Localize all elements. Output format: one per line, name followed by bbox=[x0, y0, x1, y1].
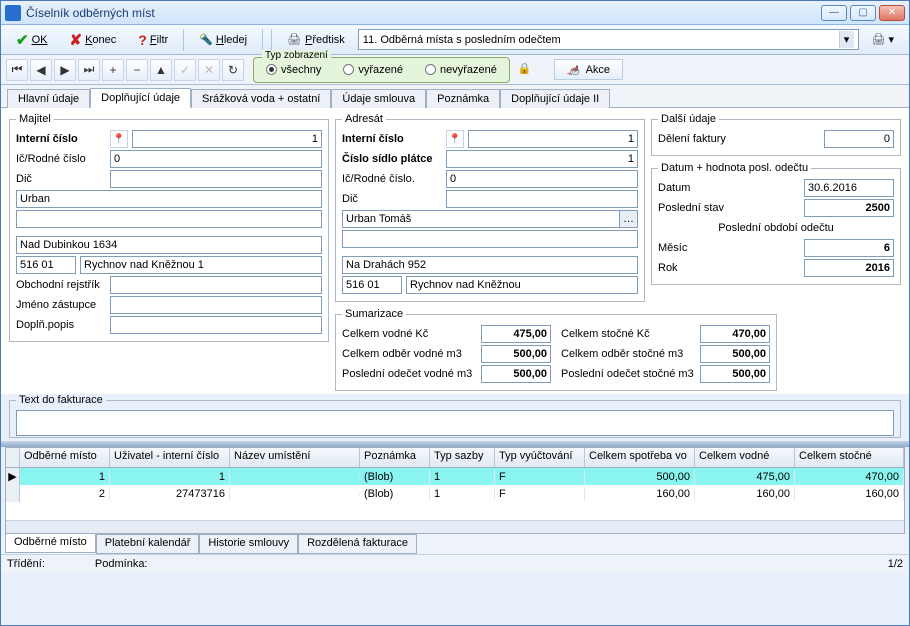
tab-smlouva[interactable]: Údaje smlouva bbox=[331, 89, 426, 108]
adresat-interni-input[interactable]: 1 bbox=[468, 130, 638, 148]
record-count: 1/2 bbox=[888, 558, 903, 570]
adresat-city-input[interactable]: Rychnov nad Kněžnou bbox=[406, 276, 638, 294]
majitel-name-input[interactable]: Urban bbox=[16, 190, 322, 208]
view-type-group: Typ zobrazení všechny vyřazené nevyřazen… bbox=[253, 57, 510, 83]
adresat-zip-input[interactable]: 516 01 bbox=[342, 276, 402, 294]
textdo-input[interactable] bbox=[16, 410, 894, 436]
grid: Odběrné místo Uživatel - interní číslo N… bbox=[5, 447, 905, 534]
majitel-line2-input[interactable] bbox=[16, 210, 322, 228]
btab-platebni[interactable]: Platební kalendář bbox=[96, 534, 200, 554]
main-toolbar: ✔OK ✘KKoneconec ?Filtr 🔦Hledej 🖨Předtisk… bbox=[1, 25, 909, 55]
posstav-input[interactable]: 2500 bbox=[804, 199, 894, 217]
nav-del[interactable]: − bbox=[126, 59, 148, 81]
app-icon bbox=[5, 5, 21, 21]
chevron-down-icon[interactable]: ▾ bbox=[839, 31, 854, 48]
majitel-interni-input[interactable]: 1 bbox=[132, 130, 322, 148]
adresat-street-input[interactable]: Na Drahách 952 bbox=[342, 256, 638, 274]
status-bar: Třídění: Podmínka: 1/2 bbox=[1, 554, 909, 573]
radio-vsechny[interactable]: všechny bbox=[266, 64, 321, 76]
btab-historie[interactable]: Historie smlouvy bbox=[199, 534, 298, 554]
adresat-dic-input[interactable] bbox=[446, 190, 638, 208]
rok-input[interactable]: 2016 bbox=[804, 259, 894, 277]
print-button[interactable]: 🖨▾ bbox=[863, 29, 904, 50]
tab-hlavni[interactable]: Hlavní údaje bbox=[7, 89, 90, 108]
adresat-sidlo-input[interactable]: 1 bbox=[446, 150, 638, 168]
adresat-line2-input[interactable] bbox=[342, 230, 638, 248]
deleni-input[interactable]: 0 bbox=[824, 130, 894, 148]
window-title: Číselník odběrných míst bbox=[26, 6, 821, 20]
bottom-tabs: Odběrné místo Platební kalendář Historie… bbox=[1, 534, 909, 554]
adresat-ic-input[interactable]: 0 bbox=[446, 170, 638, 188]
btab-odberne[interactable]: Odběrné místo bbox=[5, 533, 96, 553]
mesic-input[interactable]: 6 bbox=[804, 239, 894, 257]
radio-vyrazene[interactable]: vyřazené bbox=[343, 64, 403, 76]
tab-poznamka[interactable]: Poznámka bbox=[426, 89, 500, 108]
tab-doplnujici2[interactable]: Doplňující údaje II bbox=[500, 89, 610, 108]
tab-srazkova[interactable]: Srážková voda + ostatní bbox=[191, 89, 331, 108]
nav-first[interactable]: ⏮ bbox=[6, 59, 28, 81]
nav-add[interactable]: + bbox=[102, 59, 124, 81]
datum-group: Datum + hodnota posl. odečtu Datum30.6.2… bbox=[651, 162, 901, 285]
titlebar: Číselník odběrných míst — ▢ ✕ bbox=[1, 1, 909, 25]
majitel-zip-input[interactable]: 516 01 bbox=[16, 256, 76, 274]
majitel-dp-input[interactable] bbox=[110, 316, 322, 334]
lookup-button[interactable]: … bbox=[619, 211, 637, 227]
majitel-ic-input[interactable]: 0 bbox=[110, 150, 322, 168]
textdo-group: Text do fakturace bbox=[9, 394, 901, 438]
h-scrollbar[interactable] bbox=[6, 520, 904, 533]
minimize-button[interactable]: — bbox=[821, 5, 847, 21]
nav-edit[interactable]: ▲ bbox=[150, 59, 172, 81]
nav-cancel[interactable]: ✕ bbox=[198, 59, 220, 81]
navigator-bar: ⏮ ◀ ▶ ⏭ + − ▲ ✓ ✕ ↻ Typ zobrazení všechn… bbox=[1, 55, 909, 85]
majitel-street-input[interactable]: Nad Dubinkou 1634 bbox=[16, 236, 322, 254]
majitel-obch-input[interactable] bbox=[110, 276, 322, 294]
hledej-button[interactable]: 🔦Hledej bbox=[190, 29, 256, 50]
main-tabs: Hlavní údaje Doplňující údaje Srážková v… bbox=[1, 85, 909, 108]
grid-body[interactable]: ▶ 1 1 (Blob) 1 F 500,00 475,00 470,00 2 … bbox=[6, 468, 904, 520]
majitel-group: Majitel Interní číslo 📍 1 Ič/Rodné číslo… bbox=[9, 113, 329, 342]
btab-rozdelena[interactable]: Rozdělená fakturace bbox=[298, 534, 417, 554]
map-icon[interactable]: 📍 bbox=[446, 130, 464, 148]
radio-nevyrazene[interactable]: nevyřazené bbox=[425, 64, 497, 76]
nav-refresh[interactable]: ↻ bbox=[222, 59, 244, 81]
majitel-jz-input[interactable] bbox=[110, 296, 322, 314]
table-row[interactable]: 2 27473716 (Blob) 1 F 160,00 160,00 160,… bbox=[6, 485, 904, 502]
datum-input[interactable]: 30.6.2016 bbox=[804, 179, 894, 197]
lock-icon[interactable]: 🔒 bbox=[518, 62, 534, 78]
table-row[interactable]: ▶ 1 1 (Blob) 1 F 500,00 475,00 470,00 bbox=[6, 468, 904, 485]
maximize-button[interactable]: ▢ bbox=[850, 5, 876, 21]
konec-button[interactable]: ✘KKoneconec bbox=[60, 27, 125, 53]
nav-post[interactable]: ✓ bbox=[174, 59, 196, 81]
adresat-name-input[interactable]: Urban Tomáš… bbox=[342, 210, 638, 228]
filtr-button[interactable]: ?Filtr bbox=[129, 28, 177, 52]
ok-button[interactable]: ✔OK bbox=[7, 27, 56, 53]
dalsi-group: Další údaje Dělení faktury 0 bbox=[651, 113, 901, 156]
predtisk-dropdown[interactable]: 11. Odběrná místa s posledním odečtem ▾ bbox=[358, 29, 859, 50]
predtisk-button[interactable]: 🖨Předtisk bbox=[278, 29, 354, 50]
akce-button[interactable]: 🦽Akce bbox=[554, 59, 623, 80]
majitel-dic-input[interactable] bbox=[110, 170, 322, 188]
nav-last[interactable]: ⏭ bbox=[78, 59, 100, 81]
majitel-city-input[interactable]: Rychnov nad Kněžnou 1 bbox=[80, 256, 322, 274]
tab-doplnujici[interactable]: Doplňující údaje bbox=[90, 88, 191, 108]
adresat-group: Adresát Interní číslo 📍 1 Číslo sídlo pl… bbox=[335, 113, 645, 302]
nav-next[interactable]: ▶ bbox=[54, 59, 76, 81]
nav-prev[interactable]: ◀ bbox=[30, 59, 52, 81]
map-icon[interactable]: 📍 bbox=[110, 130, 128, 148]
close-button[interactable]: ✕ bbox=[879, 5, 905, 21]
